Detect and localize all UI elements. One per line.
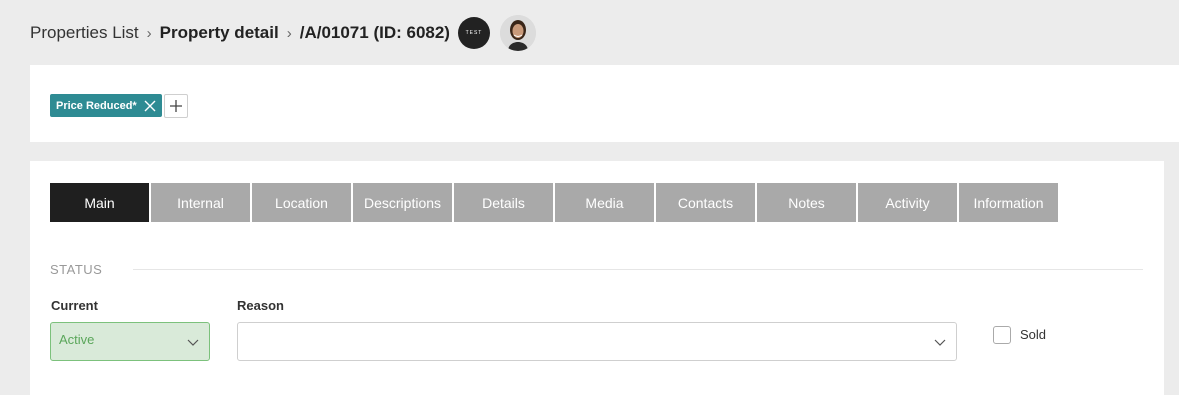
section-divider [133, 269, 1143, 270]
tab-descriptions[interactable]: Descriptions [353, 183, 452, 222]
status-section-title: STATUS [50, 262, 103, 277]
chevron-down-icon [187, 339, 199, 346]
tab-media[interactable]: Media [555, 183, 654, 222]
tab-internal[interactable]: Internal [151, 183, 250, 222]
current-status-value: Active [59, 332, 95, 347]
tab-information[interactable]: Information [959, 183, 1058, 222]
reason-label: Reason [237, 298, 284, 313]
plus-icon [170, 100, 182, 112]
breadcrumb-separator-icon: › [146, 24, 152, 42]
sold-checkbox[interactable] [993, 326, 1011, 344]
chevron-down-icon [934, 339, 946, 346]
current-status-label: Current [51, 298, 98, 313]
property-main-panel: Main Internal Location Descriptions Deta… [30, 161, 1164, 395]
tag-label: Price Reduced* [56, 99, 137, 112]
add-tag-button[interactable] [164, 94, 188, 118]
tab-notes[interactable]: Notes [757, 183, 856, 222]
avatar[interactable] [499, 15, 536, 51]
user-avatar-icon [499, 15, 536, 51]
current-status-select[interactable]: Active [50, 322, 210, 361]
tab-details[interactable]: Details [454, 183, 553, 222]
test-badge: TEST [457, 17, 490, 49]
breadcrumb-properties-list[interactable]: Properties List [30, 23, 139, 43]
tab-activity[interactable]: Activity [858, 183, 957, 222]
remove-tag-icon[interactable] [144, 100, 156, 112]
property-reference: /A/01071 (ID: 6082) [299, 23, 450, 42]
sold-label: Sold [1020, 327, 1047, 342]
tab-location[interactable]: Location [252, 183, 351, 222]
breadcrumb-property-detail[interactable]: Property detail [160, 23, 279, 43]
tab-main[interactable]: Main [50, 183, 149, 222]
tags-panel: Price Reduced* [30, 65, 1179, 142]
property-tabs: Main Internal Location Descriptions Deta… [50, 183, 1060, 222]
breadcrumb: Properties List › Property detail › /A/0… [30, 15, 536, 51]
tab-contacts[interactable]: Contacts [656, 183, 755, 222]
reason-select[interactable] [237, 322, 957, 361]
breadcrumb-separator-icon: › [286, 24, 292, 42]
price-reduced-tag: Price Reduced* [50, 94, 162, 117]
